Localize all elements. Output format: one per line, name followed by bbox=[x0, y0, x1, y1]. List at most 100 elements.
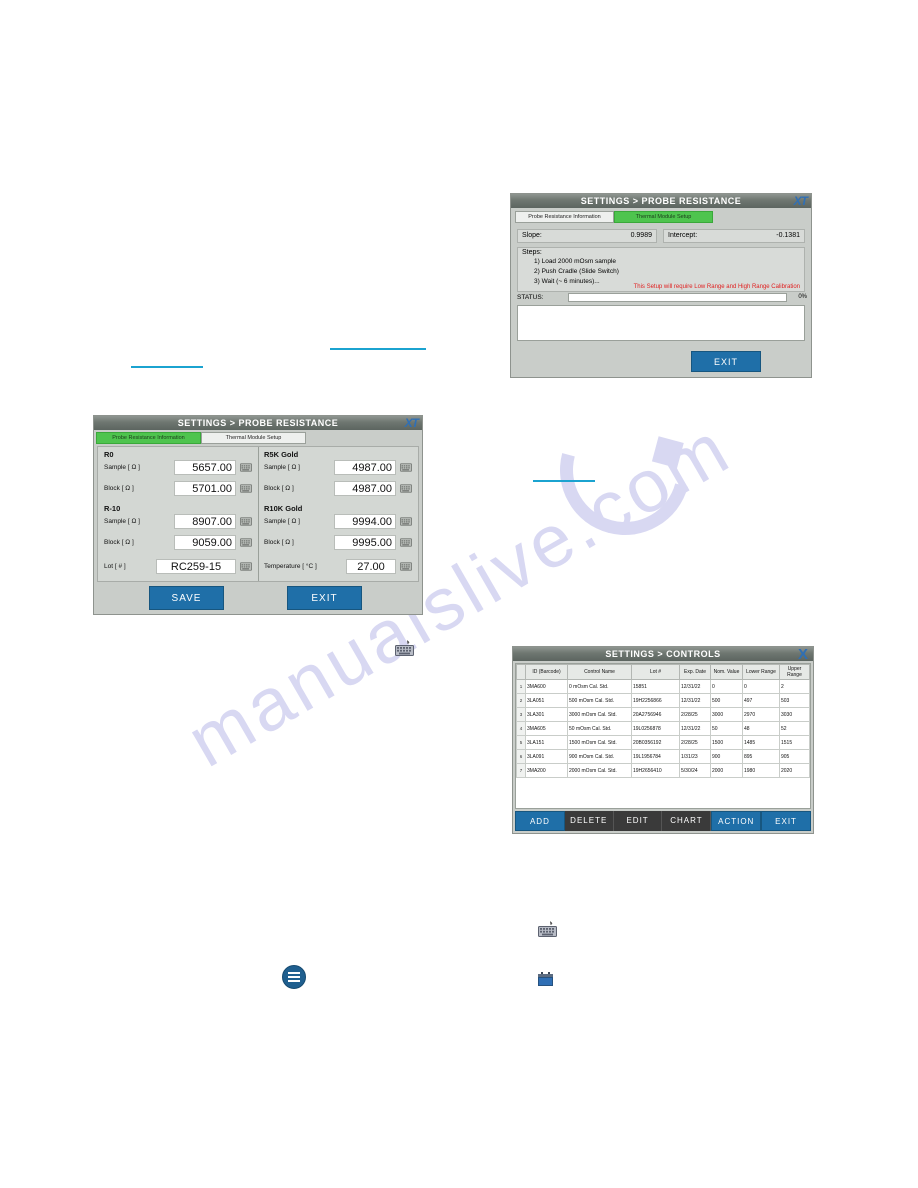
cell-upper[interactable]: 1515 bbox=[779, 735, 810, 750]
col-id-barcode[interactable]: ID (Barcode) bbox=[525, 664, 568, 680]
cell-upper[interactable]: 905 bbox=[779, 749, 810, 764]
cell-lower[interactable]: 497 bbox=[742, 693, 780, 708]
edit-button[interactable]: EDIT bbox=[613, 811, 663, 831]
keyboard-icon[interactable] bbox=[240, 463, 252, 472]
cell-upper[interactable]: 52 bbox=[779, 721, 810, 736]
link-underline-3[interactable] bbox=[533, 480, 595, 482]
cell-name[interactable]: 2000 mOsm Cal. Std. bbox=[567, 763, 632, 778]
keyboard-icon[interactable] bbox=[240, 562, 252, 571]
r0-block-value[interactable]: 5701.00 bbox=[174, 481, 236, 496]
r5k-sample-value[interactable]: 4987.00 bbox=[334, 460, 396, 475]
cell-exp[interactable]: 12/31/22 bbox=[679, 693, 711, 708]
cell-nom[interactable]: 1500 bbox=[710, 735, 743, 750]
cell-nom[interactable]: 500 bbox=[710, 693, 743, 708]
cell-name[interactable]: 3000 mOsm Cal. Std. bbox=[567, 707, 632, 722]
col-lot[interactable]: Lot # bbox=[631, 664, 680, 680]
action-button[interactable]: ACTION bbox=[711, 811, 762, 831]
calendar-icon-callout[interactable] bbox=[538, 972, 553, 986]
lot-value[interactable]: RC259-15 bbox=[156, 559, 236, 574]
cell-lot[interactable]: 19L0256878 bbox=[631, 721, 680, 736]
keyboard-icon[interactable] bbox=[240, 517, 252, 526]
r10k-sample-value[interactable]: 9994.00 bbox=[334, 514, 396, 529]
cell-lot[interactable]: 19L1956784 bbox=[631, 749, 680, 764]
cell-nom[interactable]: 3000 bbox=[710, 707, 743, 722]
tab-probe-resistance-information[interactable]: Probe Resistance Information bbox=[96, 432, 201, 444]
keyboard-icon[interactable] bbox=[240, 484, 252, 493]
cell-exp[interactable]: 1/31/23 bbox=[679, 749, 711, 764]
col-nom-value[interactable]: Nom. Value bbox=[710, 664, 743, 680]
delete-button[interactable]: DELETE bbox=[564, 811, 614, 831]
chart-button[interactable]: CHART bbox=[662, 811, 712, 831]
col-upper-range[interactable]: Upper Range bbox=[779, 664, 810, 680]
cell-id[interactable]: 3LA091 bbox=[525, 749, 568, 764]
cell-exp[interactable]: 5/30/24 bbox=[679, 763, 711, 778]
close-icon[interactable]: X bbox=[798, 646, 808, 663]
cell-lower[interactable]: 895 bbox=[742, 749, 780, 764]
r10-block-value[interactable]: 9059.00 bbox=[174, 535, 236, 550]
thermal-exit-button[interactable]: EXIT bbox=[691, 351, 761, 372]
cell-id[interactable]: 3MA200 bbox=[525, 763, 568, 778]
tab-thermal-module-setup[interactable]: Thermal Module Setup bbox=[201, 432, 306, 444]
cell-id[interactable]: 3LA151 bbox=[525, 735, 568, 750]
cell-lot[interactable]: 20B0356192 bbox=[631, 735, 680, 750]
menu-list-icon[interactable] bbox=[282, 965, 306, 989]
r10-sample-value[interactable]: 8907.00 bbox=[174, 514, 236, 529]
keyboard-icon-callout-b[interactable] bbox=[538, 921, 558, 943]
cell-upper[interactable]: 503 bbox=[779, 693, 810, 708]
r10k-block-value[interactable]: 9995.00 bbox=[334, 535, 396, 550]
cell-upper[interactable]: 2 bbox=[779, 679, 810, 694]
cell-lot[interactable]: 19H2656410 bbox=[631, 763, 680, 778]
controls-table-wrap[interactable]: ID (Barcode) Control Name Lot # Exp. Dat… bbox=[515, 663, 811, 809]
cell-name[interactable]: 50 mOsm Cal. Std. bbox=[567, 721, 632, 736]
probe-save-button[interactable]: SAVE bbox=[149, 586, 224, 610]
tab-thermal-module-setup[interactable]: Thermal Module Setup bbox=[614, 211, 713, 223]
link-underline-2[interactable] bbox=[330, 348, 426, 350]
cell-name[interactable]: 0 mOsm Cal. Std. bbox=[567, 679, 632, 694]
col-exp-date[interactable]: Exp. Date bbox=[679, 664, 711, 680]
cell-exp[interactable]: 12/31/22 bbox=[679, 679, 711, 694]
keyboard-icon[interactable] bbox=[400, 463, 412, 472]
cell-name[interactable]: 1500 mOsm Cal. Std. bbox=[567, 735, 632, 750]
cell-lot[interactable]: 19H2256866 bbox=[631, 693, 680, 708]
cell-upper[interactable]: 2020 bbox=[779, 763, 810, 778]
cell-lower[interactable]: 1980 bbox=[742, 763, 780, 778]
cell-upper[interactable]: 3030 bbox=[779, 707, 810, 722]
cell-nom[interactable]: 900 bbox=[710, 749, 743, 764]
keyboard-icon[interactable] bbox=[240, 538, 252, 547]
r0-sample-value[interactable]: 5657.00 bbox=[174, 460, 236, 475]
cell-lower[interactable]: 0 bbox=[742, 679, 780, 694]
col-control-name[interactable]: Control Name bbox=[567, 664, 632, 680]
r5k-block-value[interactable]: 4987.00 bbox=[334, 481, 396, 496]
add-button[interactable]: ADD bbox=[515, 811, 565, 831]
cell-exp[interactable]: 2/28/25 bbox=[679, 735, 711, 750]
cell-lot[interactable]: 15851 bbox=[631, 679, 680, 694]
menu-list-icon-callout[interactable] bbox=[282, 965, 306, 989]
keyboard-icon[interactable] bbox=[400, 517, 412, 526]
cell-nom[interactable]: 0 bbox=[710, 679, 743, 694]
cell-nom[interactable]: 50 bbox=[710, 721, 743, 736]
col-lower-range[interactable]: Lower Range bbox=[742, 664, 780, 680]
keyboard-icon[interactable] bbox=[400, 538, 412, 547]
cell-id[interactable]: 3MA600 bbox=[525, 679, 568, 694]
cell-id[interactable]: 3LA051 bbox=[525, 693, 568, 708]
calendar-icon[interactable] bbox=[538, 972, 553, 986]
tab-probe-resistance-information[interactable]: Probe Resistance Information bbox=[515, 211, 614, 223]
cell-name[interactable]: 900 mOsm Cal. Std. bbox=[567, 749, 632, 764]
cell-lot[interactable]: 20A2756946 bbox=[631, 707, 680, 722]
keyboard-icon-callout-a[interactable] bbox=[395, 640, 415, 662]
cell-nom[interactable]: 2000 bbox=[710, 763, 743, 778]
cell-exp[interactable]: 2/28/25 bbox=[679, 707, 711, 722]
exit-button[interactable]: EXIT bbox=[761, 811, 811, 831]
cell-exp[interactable]: 12/31/22 bbox=[679, 721, 711, 736]
cell-lower[interactable]: 1485 bbox=[742, 735, 780, 750]
cell-id[interactable]: 3LA301 bbox=[525, 707, 568, 722]
cell-id[interactable]: 3MA605 bbox=[525, 721, 568, 736]
cell-lower[interactable]: 2970 bbox=[742, 707, 780, 722]
keyboard-icon[interactable] bbox=[400, 484, 412, 493]
link-underline-1[interactable] bbox=[131, 366, 203, 368]
keyboard-icon[interactable] bbox=[400, 562, 412, 571]
temperature-value[interactable]: 27.00 bbox=[346, 559, 396, 574]
cell-lower[interactable]: 48 bbox=[742, 721, 780, 736]
probe-exit-button[interactable]: EXIT bbox=[287, 586, 362, 610]
cell-name[interactable]: 500 mOsm Cal. Std. bbox=[567, 693, 632, 708]
